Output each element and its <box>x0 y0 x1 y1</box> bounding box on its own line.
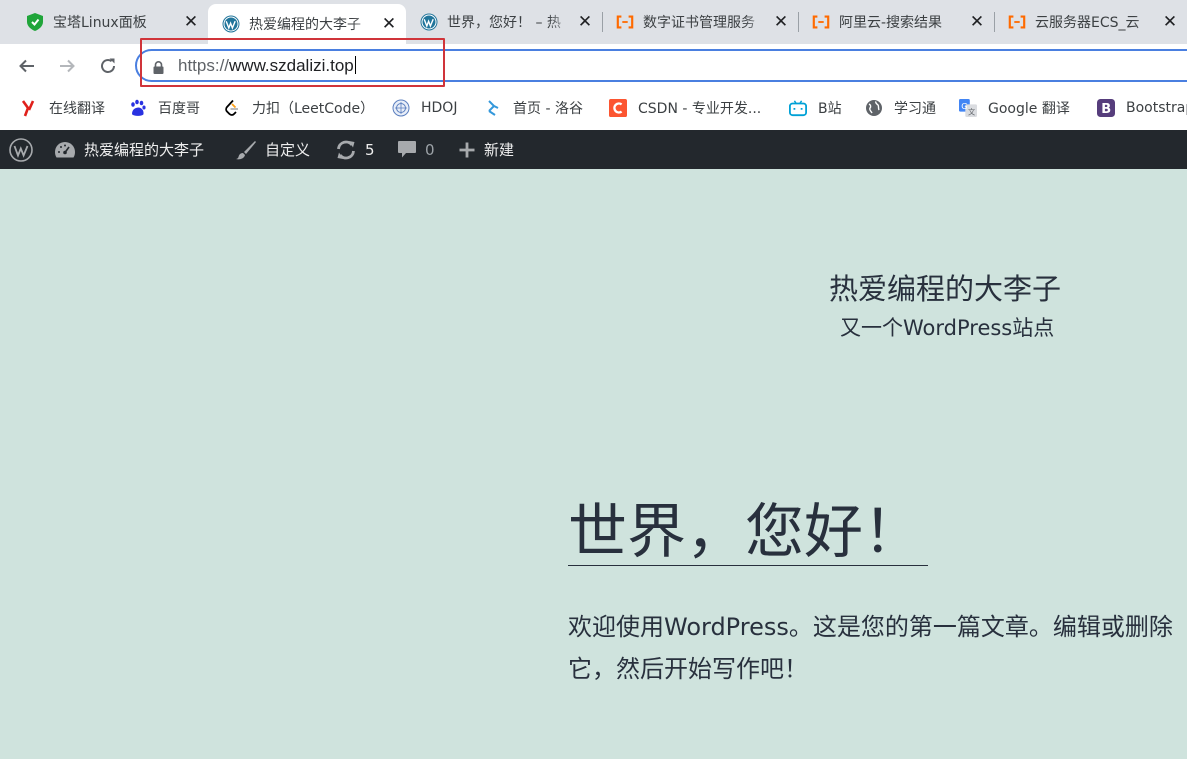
tab-title: 宝塔Linux面板 <box>53 15 147 31</box>
bookmark-label: 首页 - 洛谷 <box>513 101 583 117</box>
tab-title: 云服务器ECS_云 <box>1035 15 1140 31</box>
google-translate-icon: G文 <box>959 99 977 117</box>
bookmark-youdao[interactable]: 在线翻译 <box>20 97 105 119</box>
bookmark-bootstrap[interactable]: B Bootstrap <box>1097 97 1187 119</box>
bookmark-label: 学习通 <box>894 101 936 117</box>
dashboard-gauge-icon <box>54 141 76 159</box>
back-button[interactable] <box>13 52 41 80</box>
bookmark-label: HDOJ <box>421 100 458 116</box>
site-name-label: 热爱编程的大李子 <box>84 141 205 159</box>
site-title[interactable]: 热爱编程的大李子 <box>829 266 1061 308</box>
new-content-menu[interactable]: 新建 <box>458 130 514 169</box>
svg-text:G: G <box>961 101 967 111</box>
paintbrush-icon <box>235 140 257 160</box>
bookmark-label: Google 翻译 <box>988 101 1070 117</box>
aliyun-icon <box>616 13 634 31</box>
post-body: 欢迎使用WordPress。这是您的第一篇文章。编辑或删除它，然后开始写作吧！ <box>568 613 1173 683</box>
tab-title: 世界，您好！ – 热 <box>447 15 561 31</box>
bookmark-baidu[interactable]: 百度哥 <box>129 97 200 119</box>
tab-title: 阿里云-搜索结果 <box>839 15 943 31</box>
tab-aliyun-search[interactable]: 阿里云-搜索结果 ✕ <box>798 0 994 44</box>
bookmarks-bar: 在线翻译 百度哥 力扣（LeetCode） HDOJ 首页 - 洛谷 CSDN … <box>0 88 1187 130</box>
hdoj-icon <box>392 99 410 117</box>
site-name-menu[interactable]: 热爱编程的大李子 <box>54 130 204 169</box>
bookmark-label: CSDN - 专业开发... <box>638 101 762 117</box>
reload-button[interactable] <box>94 52 122 80</box>
site-description: 又一个WordPress站点 <box>840 316 1055 340</box>
svg-text:文: 文 <box>968 107 975 116</box>
customize-label: 自定义 <box>265 141 311 159</box>
tab-close-icon[interactable]: ✕ <box>378 14 400 34</box>
forward-button[interactable] <box>53 52 81 80</box>
csdn-icon <box>609 99 627 117</box>
bt-shield-icon <box>26 13 44 31</box>
wp-logo-menu[interactable] <box>9 130 33 169</box>
bookmark-luogu[interactable]: 首页 - 洛谷 <box>484 97 583 119</box>
tab-cert-service[interactable]: 数字证书管理服务 ✕ <box>602 0 798 44</box>
customize-link[interactable]: 自定义 <box>235 130 310 169</box>
tab-title: 热爱编程的大李子 <box>249 17 361 33</box>
updates-link[interactable]: 5 <box>335 130 375 169</box>
forward-arrow-icon <box>60 59 75 73</box>
bootstrap-icon: B <box>1097 99 1115 117</box>
tab-ecs[interactable]: 云服务器ECS_云 ✕ <box>994 0 1187 44</box>
reload-icon <box>101 58 115 73</box>
bookmark-label: Bootstrap <box>1126 100 1187 116</box>
comment-bubble-icon <box>397 140 417 160</box>
updates-count: 5 <box>365 140 375 159</box>
comments-link[interactable]: 0 <box>397 130 435 169</box>
updates-refresh-icon <box>335 140 357 160</box>
post-title-underline <box>568 565 928 566</box>
comments-count: 0 <box>425 140 435 159</box>
wp-admin-bar: 热爱编程的大李子 自定义 5 0 新建 <box>0 130 1187 169</box>
svg-text:B: B <box>1101 102 1111 117</box>
wordpress-logo-icon <box>9 137 33 162</box>
new-label: 新建 <box>484 141 515 159</box>
baidu-paw-icon <box>129 99 147 117</box>
tab-title: 数字证书管理服务 <box>643 15 755 31</box>
bookmark-leetcode[interactable]: 力扣（LeetCode） <box>223 97 374 119</box>
tab-close-icon[interactable]: ✕ <box>574 12 596 32</box>
red-highlight-box <box>140 38 445 87</box>
tab-close-icon[interactable]: ✕ <box>770 12 792 32</box>
bilibili-icon <box>789 99 807 117</box>
aliyun-icon <box>1008 13 1026 31</box>
post-title[interactable]: 世界，您好！ <box>568 496 922 568</box>
bookmark-hdoj[interactable]: HDOJ <box>392 97 457 119</box>
wordpress-icon <box>222 15 240 33</box>
bookmark-csdn[interactable]: CSDN - 专业开发... <box>609 97 761 119</box>
bookmark-label: B站 <box>818 101 842 117</box>
youdao-icon <box>20 99 38 117</box>
globe-icon <box>865 99 883 117</box>
bookmark-xuexitong[interactable]: 学习通 <box>865 97 936 119</box>
plus-icon <box>458 141 476 159</box>
bookmark-google-translate[interactable]: G文 Google 翻译 <box>959 97 1070 119</box>
luogu-icon <box>484 99 502 117</box>
back-arrow-icon <box>19 59 34 73</box>
aliyun-icon <box>812 13 830 31</box>
bookmark-label: 在线翻译 <box>49 101 105 117</box>
leetcode-icon <box>223 99 241 117</box>
bookmark-bilibili[interactable]: B站 <box>789 97 842 119</box>
tab-close-icon[interactable]: ✕ <box>966 12 988 32</box>
tab-close-icon[interactable]: ✕ <box>1159 12 1181 32</box>
tab-close-icon[interactable]: ✕ <box>180 12 202 32</box>
bookmark-label: 力扣（LeetCode） <box>252 101 375 117</box>
bookmark-label: 百度哥 <box>158 101 200 117</box>
wordpress-icon <box>420 13 438 31</box>
